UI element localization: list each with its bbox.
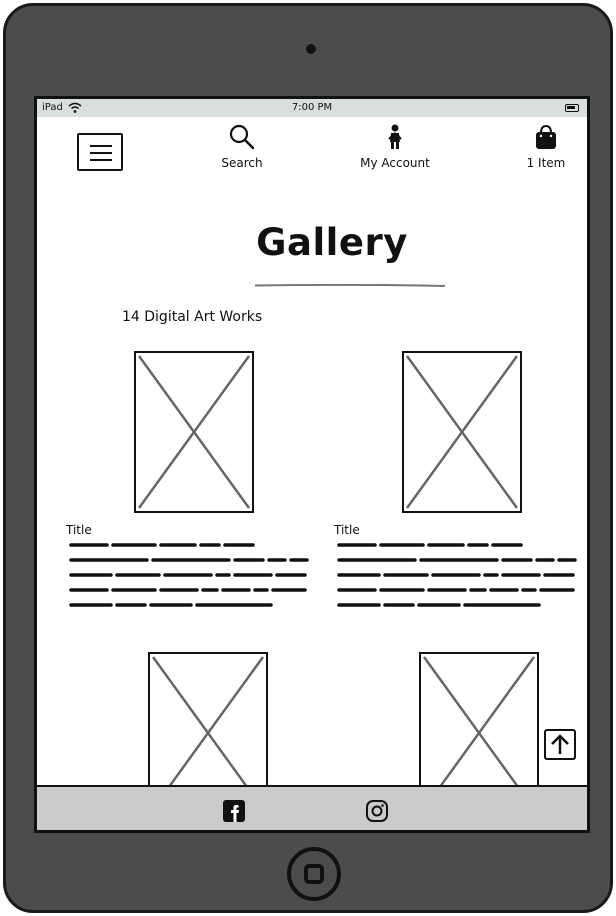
shopping-bag-icon [536, 124, 556, 149]
status-time: 7:00 PM [291, 102, 333, 113]
ipad-frame: iPad 7:00 PM Search My Account 1 Item Ga… [3, 3, 613, 913]
placeholder-text-scribble [337, 543, 577, 607]
user-icon [388, 124, 402, 149]
menu-button[interactable] [77, 133, 123, 171]
search-label: Search [221, 156, 263, 170]
title-underline [255, 284, 445, 287]
screen: iPad 7:00 PM Search My Account 1 Item Ga… [34, 96, 590, 833]
arrow-up-icon [551, 734, 569, 754]
battery-icon [565, 104, 579, 112]
placeholder-text-scribble [69, 543, 309, 607]
camera-dot [306, 44, 316, 54]
home-square-icon [304, 864, 324, 884]
status-bar: iPad 7:00 PM [37, 99, 587, 117]
page-title: Gallery [256, 221, 408, 264]
artwork-image[interactable] [134, 351, 254, 513]
instagram-icon[interactable] [365, 799, 389, 823]
back-to-top-button[interactable] [544, 729, 576, 760]
search-icon [229, 124, 255, 150]
home-button[interactable] [287, 847, 341, 901]
facebook-icon[interactable] [222, 799, 246, 823]
bag-nav-item[interactable]: 1 Item [521, 123, 571, 170]
artwork-image[interactable] [402, 351, 522, 513]
artwork-count: 14 Digital Art Works [122, 309, 263, 325]
image-placeholder-icon [137, 355, 251, 509]
artwork-title: Title [334, 523, 360, 537]
search-nav-item[interactable]: Search [215, 123, 269, 170]
bag-label: 1 Item [526, 156, 566, 170]
account-label: My Account [360, 156, 430, 170]
image-placeholder-icon [405, 355, 519, 509]
footer [37, 785, 587, 830]
artwork-title: Title [66, 523, 92, 537]
account-nav-item[interactable]: My Account [353, 123, 437, 170]
